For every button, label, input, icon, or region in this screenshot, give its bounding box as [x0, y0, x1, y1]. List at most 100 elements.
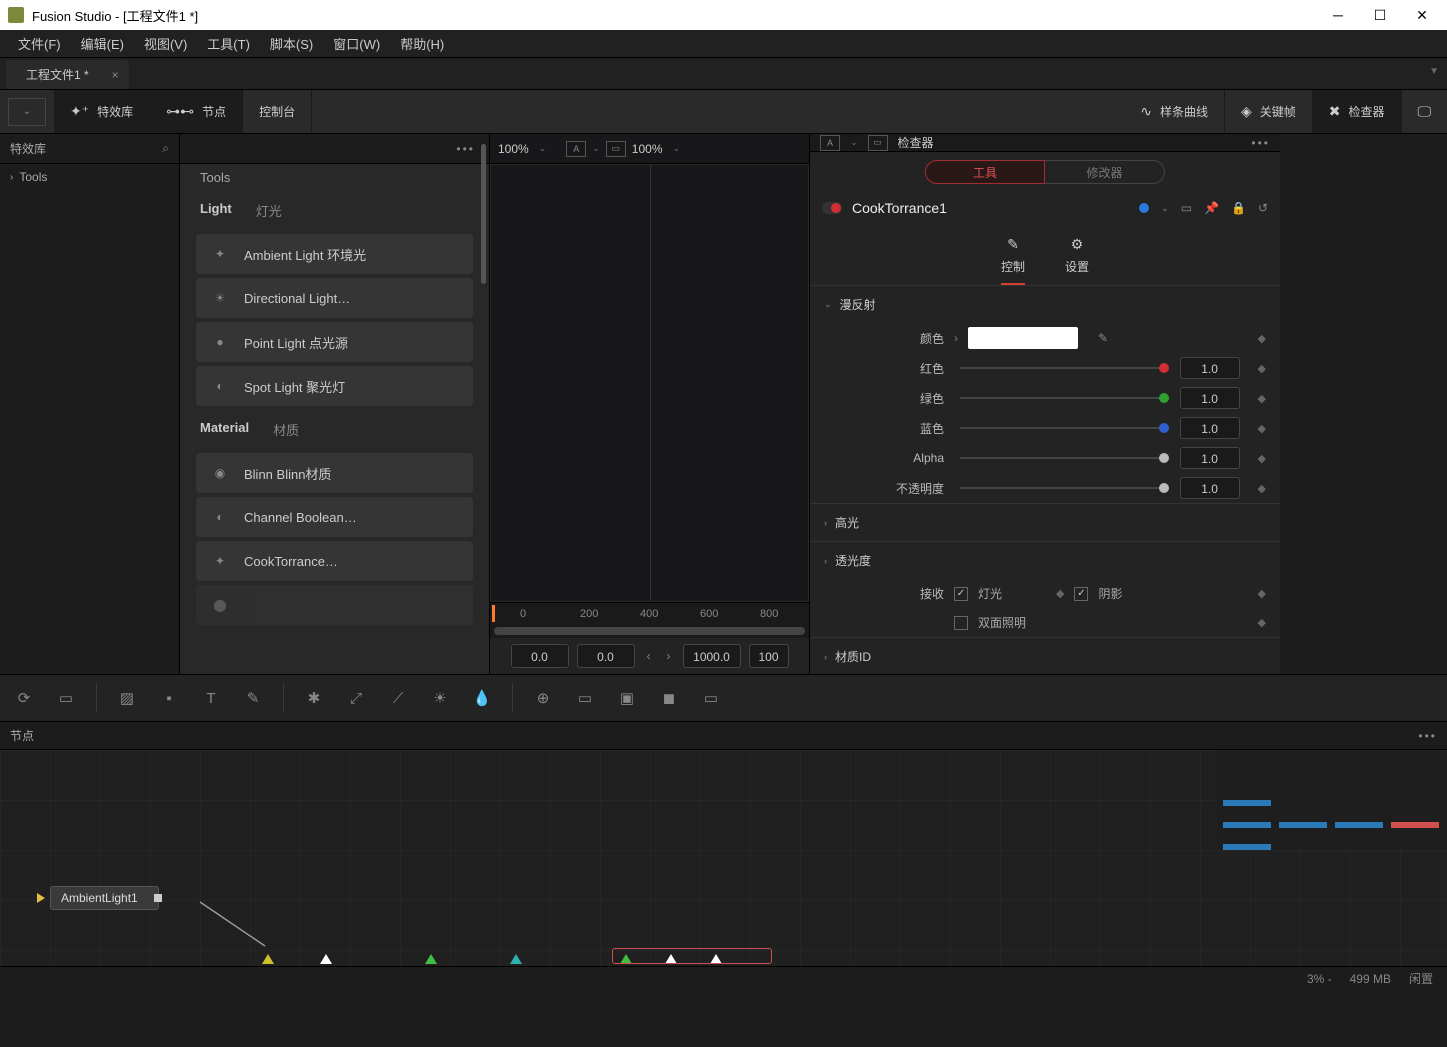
- search-icon[interactable]: ⌕: [162, 141, 169, 156]
- keyframe-icon[interactable]: ◆: [1258, 482, 1266, 495]
- menu-script[interactable]: 脚本(S): [260, 30, 323, 57]
- section-trans-header[interactable]: › 透光度: [810, 542, 1280, 579]
- effect-point-light[interactable]: ● Point Light 点光源: [196, 322, 473, 362]
- keyframe-icon[interactable]: ◆: [1258, 362, 1266, 375]
- tab-close-icon[interactable]: ×: [112, 68, 119, 82]
- slider-green[interactable]: [960, 397, 1164, 399]
- value-opacity[interactable]: 1.0: [1180, 477, 1240, 499]
- toolbar-inspector[interactable]: ✖ 检查器: [1313, 90, 1402, 133]
- toolbar-nodes[interactable]: ⊶⊷ 节点: [150, 90, 243, 133]
- time-range[interactable]: 100: [749, 644, 789, 668]
- tool-matte-icon[interactable]: ◼: [657, 686, 681, 710]
- effect-spot-light[interactable]: ◐ Spot Light 聚光灯: [196, 366, 473, 406]
- menu-edit[interactable]: 编辑(E): [71, 30, 134, 57]
- keyframe-icon[interactable]: ◆: [1258, 587, 1266, 600]
- effect-channel-boolean[interactable]: ◐ Channel Boolean…: [196, 497, 473, 537]
- slider-alpha[interactable]: [960, 457, 1164, 459]
- menu-tool[interactable]: 工具(T): [197, 30, 260, 57]
- tabbar-menu-icon[interactable]: ▼: [1429, 66, 1439, 77]
- window-icon[interactable]: ▭: [1181, 201, 1192, 215]
- minimap[interactable]: [1217, 750, 1447, 850]
- tool-merge-icon[interactable]: ⊕: [531, 686, 555, 710]
- scrollbar-thumb[interactable]: [494, 627, 805, 635]
- tool-transform-icon[interactable]: ▭: [573, 686, 597, 710]
- effect-cooktorrance[interactable]: ✦ CookTorrance…: [196, 541, 473, 581]
- slider-red[interactable]: [960, 367, 1164, 369]
- value-alpha[interactable]: 1.0: [1180, 447, 1240, 469]
- slider-handle[interactable]: [1159, 453, 1169, 463]
- value-green[interactable]: 1.0: [1180, 387, 1240, 409]
- chevron-right-icon[interactable]: ›: [954, 331, 958, 345]
- value-blue[interactable]: 1.0: [1180, 417, 1240, 439]
- next-frame-icon[interactable]: ›: [663, 649, 675, 663]
- viewer-scrollbar[interactable]: [490, 624, 809, 638]
- checkbox-shadow[interactable]: [1074, 587, 1088, 601]
- viewer-a1[interactable]: A: [566, 141, 586, 157]
- tab-modifier[interactable]: 修改器: [1045, 160, 1165, 184]
- node-selected-outline[interactable]: [612, 948, 772, 964]
- subtab-control[interactable]: ✎ 控制: [1001, 234, 1025, 285]
- time-current[interactable]: 0.0: [577, 644, 635, 668]
- toolbar-keyframe[interactable]: ◈ 关键帧: [1225, 90, 1313, 133]
- chevron-down-icon[interactable]: ⌄: [592, 143, 600, 154]
- section-diffuse-header[interactable]: ⌄ 漫反射: [810, 286, 1280, 323]
- chevron-down-icon[interactable]: ⌄: [539, 143, 547, 154]
- slider-opacity[interactable]: [960, 487, 1164, 489]
- section-specular-header[interactable]: › 高光: [810, 504, 1280, 541]
- toolbar-fxlib[interactable]: ✦⁺ 特效库: [54, 90, 150, 133]
- eyedropper-icon[interactable]: ✎: [1098, 331, 1108, 345]
- nodes-menu-icon[interactable]: •••: [1418, 729, 1437, 743]
- tool-colorcurves-icon[interactable]: ⤢: [344, 686, 368, 710]
- checkbox-twosided[interactable]: [954, 616, 968, 630]
- lock-icon[interactable]: 🔒: [1231, 201, 1246, 215]
- inspector-fit-icon[interactable]: ▭: [868, 135, 888, 151]
- efflib-scrollbar[interactable]: [481, 144, 486, 284]
- chevron-down-icon[interactable]: ⌄: [673, 143, 681, 154]
- pin-icon[interactable]: 📌: [1204, 201, 1219, 215]
- tab-tool[interactable]: 工具: [925, 160, 1045, 184]
- keyframe-icon[interactable]: ◆: [1258, 332, 1266, 345]
- tool-hue-icon[interactable]: ☀: [428, 686, 452, 710]
- document-tab[interactable]: 工程文件1 * ×: [6, 60, 129, 89]
- chevron-down-icon[interactable]: ⌄: [1161, 203, 1169, 214]
- effect-directional-light[interactable]: ☀ Directional Light…: [196, 278, 473, 318]
- effect-more[interactable]: ⬤: [196, 585, 473, 625]
- tool-mask-icon[interactable]: ▭: [699, 686, 723, 710]
- prev-frame-icon[interactable]: ‹: [643, 649, 655, 663]
- slider-handle[interactable]: [1159, 363, 1169, 373]
- tool-saver-icon[interactable]: ▭: [54, 686, 78, 710]
- node-marker[interactable]: [510, 954, 522, 964]
- slider-handle[interactable]: [1159, 423, 1169, 433]
- keyframe-icon[interactable]: ◆: [1258, 616, 1266, 629]
- value-red[interactable]: 1.0: [1180, 357, 1240, 379]
- close-button[interactable]: ✕: [1413, 6, 1431, 24]
- keyframe-icon[interactable]: ◆: [1258, 422, 1266, 435]
- keyframe-icon[interactable]: ◆: [1258, 392, 1266, 405]
- slider-handle[interactable]: [1159, 483, 1169, 493]
- menu-help[interactable]: 帮助(H): [390, 30, 454, 57]
- viewer-fit1-icon[interactable]: ▭: [606, 141, 626, 157]
- zoom1-value[interactable]: 100%: [498, 142, 529, 156]
- effect-ambient-light[interactable]: ✦ Ambient Light 环境光: [196, 234, 473, 274]
- inspector-menu-icon[interactable]: •••: [1251, 136, 1270, 150]
- effect-blinn[interactable]: ◉ Blinn Blinn材质: [196, 453, 473, 493]
- toolbar-console[interactable]: 控制台: [243, 90, 312, 133]
- node-toggle[interactable]: [822, 202, 842, 214]
- keyframe-icon[interactable]: ◆: [1258, 452, 1266, 465]
- tool-colorcorrect-icon[interactable]: ⟋: [386, 686, 410, 710]
- color-swatch[interactable]: [968, 327, 1078, 349]
- slider-blue[interactable]: [960, 427, 1164, 429]
- tool-text-icon[interactable]: T: [199, 686, 223, 710]
- sidebar-item-tools[interactable]: › Tools: [0, 164, 179, 190]
- node-color-icon[interactable]: [1139, 203, 1149, 213]
- tool-brightness-icon[interactable]: ✱: [302, 686, 326, 710]
- playhead[interactable]: [492, 605, 495, 622]
- tool-fastnoise-icon[interactable]: ▪: [157, 686, 181, 710]
- effectlib-menu-icon[interactable]: •••: [456, 142, 475, 156]
- subtab-settings[interactable]: ⚙ 设置: [1065, 234, 1089, 285]
- node-marker[interactable]: [262, 954, 274, 964]
- menu-file[interactable]: 文件(F): [8, 30, 71, 57]
- chevron-down-icon[interactable]: ⌄: [850, 137, 858, 148]
- zoom2-value[interactable]: 100%: [632, 142, 663, 156]
- time-end[interactable]: 1000.0: [683, 644, 741, 668]
